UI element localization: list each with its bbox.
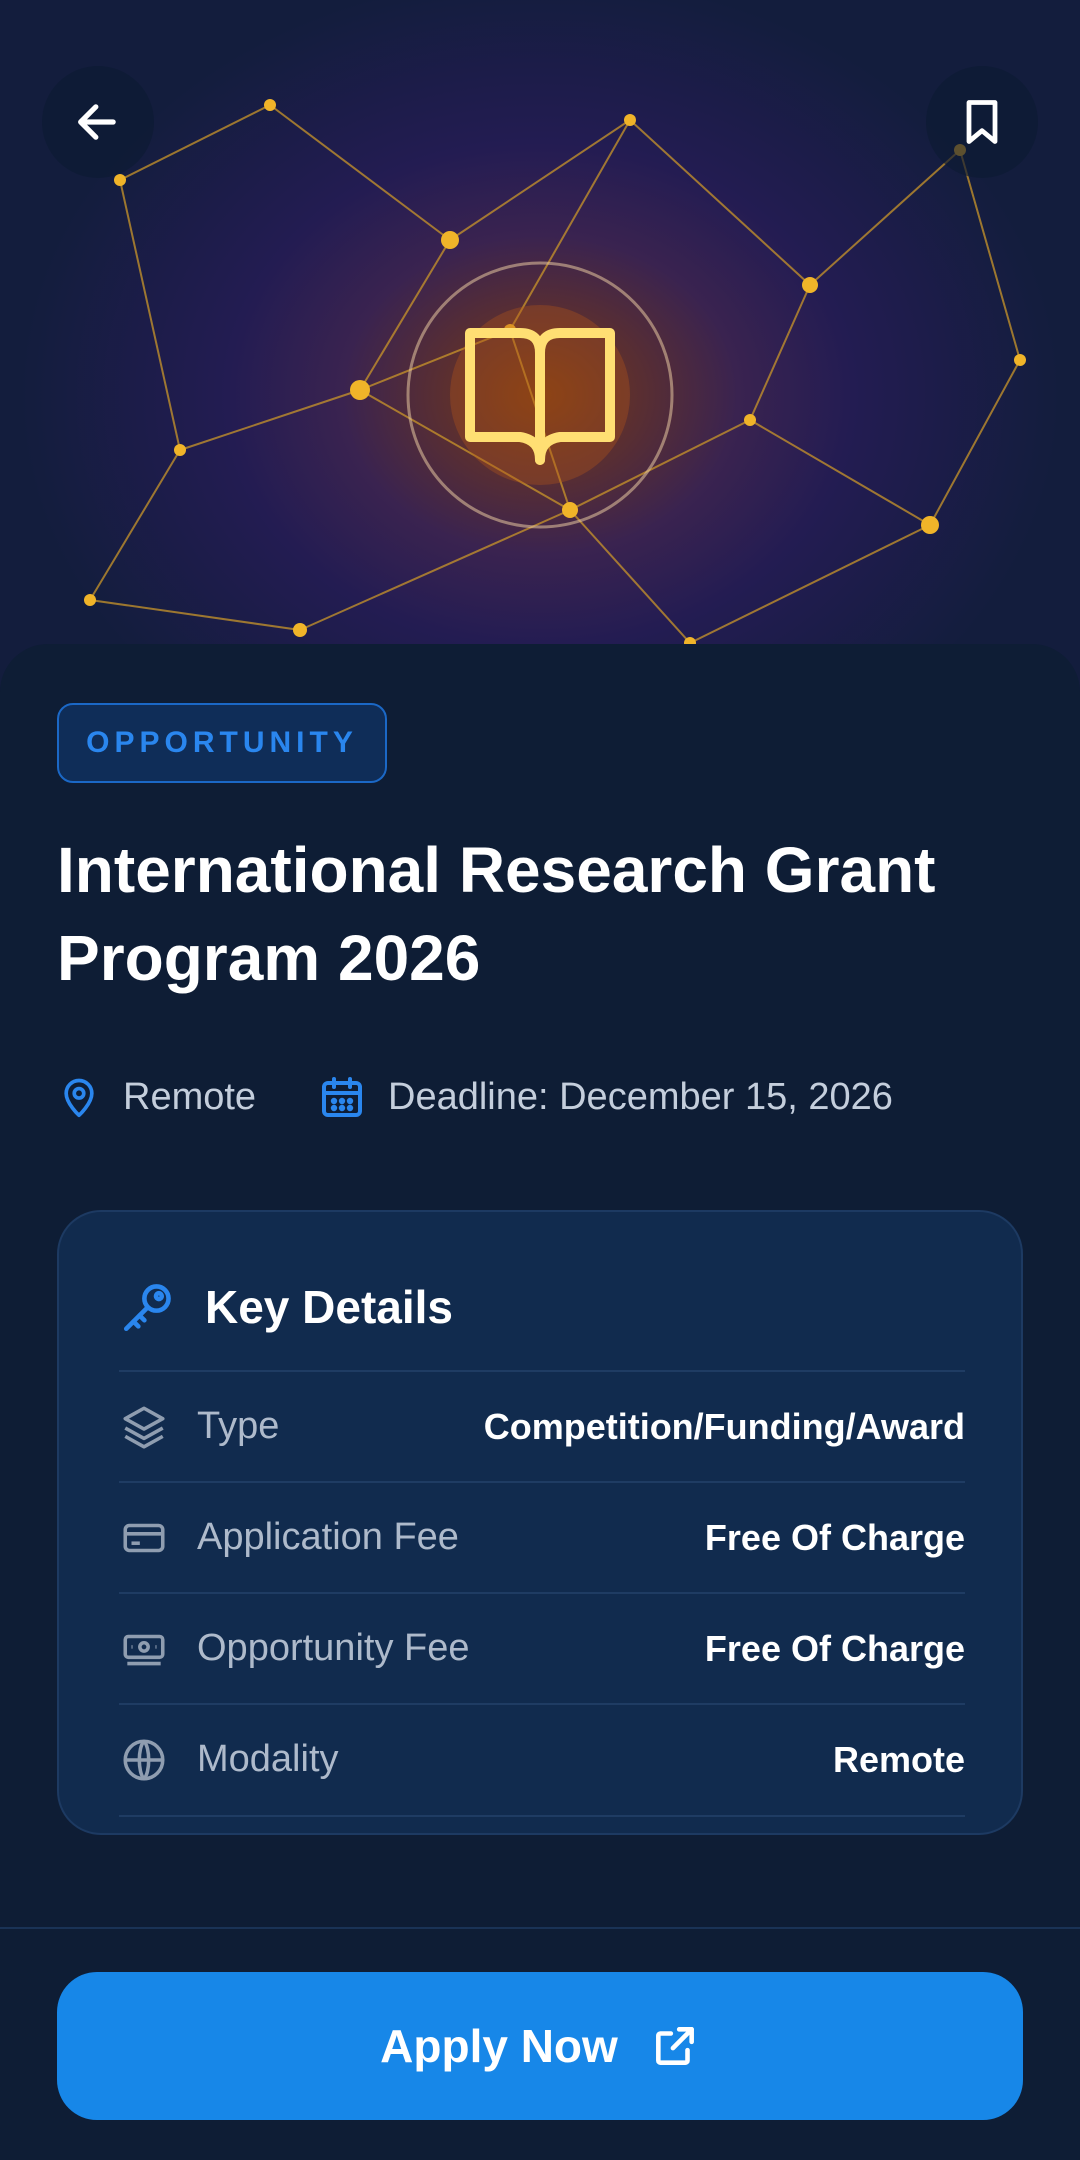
detail-value: Free Of Charge (704, 1627, 965, 1669)
key-icon (123, 1284, 171, 1332)
card-divider (119, 1815, 965, 1817)
calendar-icon (322, 1077, 362, 1117)
bookmark-button[interactable] (926, 66, 1038, 178)
apply-now-button[interactable]: Apply Now (57, 1972, 1023, 2120)
banknote-icon (123, 1634, 165, 1665)
detail-value: Remote (832, 1738, 965, 1780)
detail-label: Modality (197, 1738, 339, 1780)
key-details-header: Key Details (119, 1272, 453, 1342)
location-text: Remote (123, 1075, 257, 1118)
bookmark-icon (966, 100, 998, 144)
key-details-card: Key Details Type Competition/Funding/Awa… (57, 1210, 1023, 1835)
footer-divider (0, 1927, 1080, 1929)
key-details-heading: Key Details (205, 1281, 454, 1333)
arrow-left-icon (78, 104, 116, 140)
hero-banner (0, 0, 1080, 700)
detail-row-modality: Modality Remote (119, 1703, 965, 1814)
back-button[interactable] (42, 66, 154, 178)
detail-label: Application Fee (197, 1516, 459, 1558)
deadline-text: Deadline: December 15, 2026 (388, 1075, 893, 1118)
location-meta: Remote (57, 1072, 256, 1122)
detail-row-type: Type Competition/Funding/Award (119, 1370, 965, 1481)
external-link-icon (655, 2027, 694, 2065)
apply-now-label: Apply Now (380, 2020, 618, 2072)
detail-row-application-fee: Application Fee Free Of Charge (119, 1481, 965, 1592)
layers-icon (123, 1405, 165, 1449)
detail-value: Competition/Funding/Award (483, 1405, 965, 1447)
map-pin-icon (64, 1078, 94, 1118)
detail-label: Opportunity Fee (197, 1627, 470, 1669)
detail-row-opportunity-fee: Opportunity Fee Free Of Charge (119, 1592, 965, 1703)
deadline-meta: Deadline: December 15, 2026 (318, 1072, 893, 1122)
detail-label: Type (197, 1405, 280, 1447)
credit-card-icon (123, 1523, 165, 1552)
detail-value: Free Of Charge (704, 1516, 965, 1558)
page-title: International Research Grant Program 202… (57, 834, 936, 994)
category-badge: OPPORTUNITY (57, 703, 387, 783)
globe-icon (123, 1738, 165, 1781)
network-illustration (84, 99, 1026, 649)
